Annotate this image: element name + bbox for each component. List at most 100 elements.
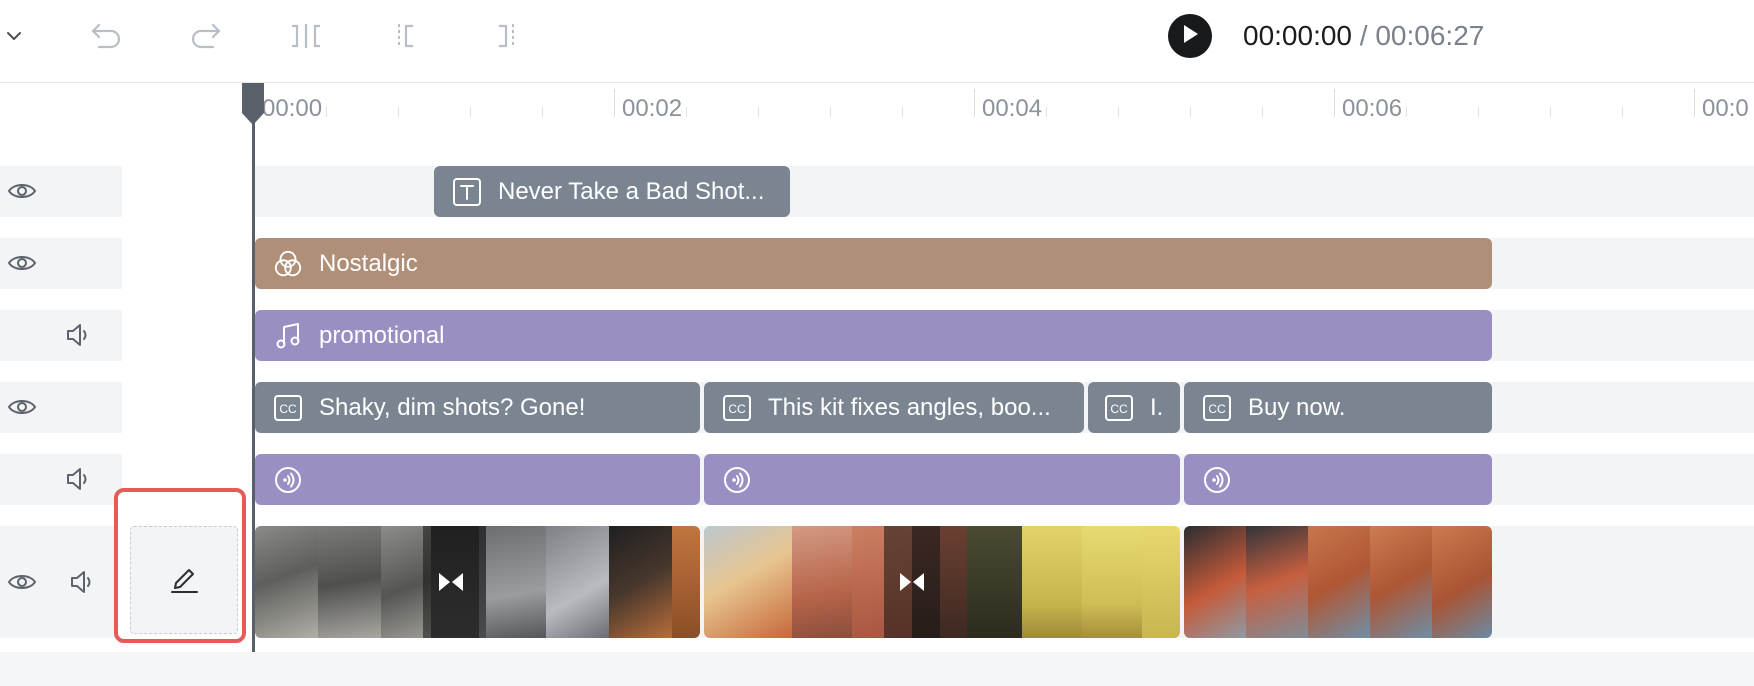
filter-clip[interactable]: Nostalgic [255,238,1492,289]
track-lane-text [0,166,1754,217]
video-thumbnail [792,526,852,638]
voiceover-clip[interactable] [1184,454,1492,505]
caption-clip-label: Buy now. [1248,393,1346,421]
video-thumbnail [704,526,792,638]
ruler-minor-tick [1118,107,1119,117]
caption-clip-label: Shaky, dim shots? Gone! [319,393,586,421]
caption-clip[interactable]: CC Shaky, dim shots? Gone! [255,382,700,433]
voiceover-clip[interactable] [255,454,700,505]
music-clip[interactable]: promotional [255,310,1492,361]
editor-toolbar: 00:00:00 / 00:06:27 [0,0,1754,83]
ruler-tick [614,89,615,117]
voiceover-icon [273,465,303,495]
split-icon[interactable] [286,16,326,56]
music-clip-label: promotional [319,321,445,349]
ruler-tick [1334,89,1335,117]
video-clip[interactable] [255,526,700,638]
music-note-icon [273,321,303,351]
total-duration: 00:06:27 [1375,20,1485,51]
video-thumbnail [486,526,546,638]
play-icon [1181,24,1199,49]
video-thumbnail [609,526,672,638]
volume-icon[interactable] [62,463,94,495]
text-icon [452,177,482,207]
chevron-down-icon[interactable] [0,16,34,56]
ruler-label: 00:00 [262,95,323,122]
video-thumbnail [255,526,318,638]
text-clip[interactable]: Never Take a Bad Shot... [434,166,790,217]
timeline-footer [0,652,1754,686]
text-clip-label: Never Take a Bad Shot... [498,177,765,205]
cc-icon: CC [273,393,303,423]
ruler-minor-tick [758,107,759,117]
pencil-icon [167,561,201,600]
video-clip[interactable] [704,526,1180,638]
caption-clip[interactable]: CC This kit fixes angles, boo... [704,382,1084,433]
ruler-minor-tick [830,107,831,117]
track-gap [122,166,254,217]
svg-text:CC: CC [728,402,746,416]
video-thumbnail [1370,526,1432,638]
ruler-minor-tick [1478,107,1479,117]
voiceover-clip[interactable] [704,454,1180,505]
track-gap [122,310,254,361]
video-thumbnail [1308,526,1370,638]
time-separator: / [1359,20,1368,51]
video-thumbnail [1022,526,1082,638]
caption-clip[interactable]: CC Buy now. [1184,382,1492,433]
video-clip[interactable] [1184,526,1492,638]
ruler-minor-tick [1622,107,1623,117]
ruler-minor-tick [902,107,903,117]
video-thumbnail [1142,526,1180,638]
cc-icon: CC [1202,393,1232,423]
video-thumbnail [967,526,1022,638]
volume-icon[interactable] [66,566,98,598]
eye-icon[interactable] [6,391,38,423]
play-button[interactable] [1168,14,1212,58]
trim-left-icon[interactable] [386,16,426,56]
cc-icon: CC [1104,393,1134,423]
time-readout: 00:00:00 / 00:06:27 [1243,17,1484,55]
caption-clip-label: This kit fixes angles, boo... [768,393,1051,421]
cover-edit-box[interactable] [114,488,246,643]
redo-icon[interactable] [186,16,226,56]
cover-placeholder[interactable] [130,526,238,634]
filter-clip-label: Nostalgic [319,249,418,277]
video-thumbnail [672,526,700,638]
ruler-minor-tick [1550,107,1551,117]
playhead-handle[interactable] [242,83,264,125]
video-thumbnail [1432,526,1492,638]
eye-icon[interactable] [6,247,38,279]
ruler-label: 00:0 [1702,95,1749,122]
ruler-minor-tick [470,107,471,117]
caption-clip[interactable]: CC I. [1088,382,1180,433]
current-time: 00:00:00 [1243,20,1352,51]
ruler-label: 00:02 [622,95,683,122]
voiceover-icon [1202,465,1232,495]
ruler-minor-tick [1190,107,1191,117]
video-thumbnail [546,526,609,638]
volume-icon[interactable] [62,319,94,351]
caption-clip-label: I. [1150,393,1164,421]
svg-text:CC: CC [1110,402,1128,416]
eye-icon[interactable] [6,566,38,598]
video-thumbnail [1082,526,1142,638]
filter-icon [273,249,303,279]
transition-icon[interactable] [423,526,479,638]
transition-icon[interactable] [884,526,940,638]
ruler-minor-tick [542,107,543,117]
ruler-minor-tick [326,107,327,117]
svg-text:CC: CC [279,402,297,416]
undo-icon[interactable] [86,16,126,56]
cc-icon: CC [722,393,752,423]
ruler-tick [974,89,975,117]
svg-text:CC: CC [1208,402,1226,416]
trim-right-icon[interactable] [486,16,526,56]
playhead[interactable] [252,83,255,686]
video-thumbnail [1246,526,1308,638]
ruler-minor-tick [398,107,399,117]
ruler-minor-tick [686,107,687,117]
track-gap [122,238,254,289]
eye-icon[interactable] [6,175,38,207]
video-thumbnail [318,526,381,638]
